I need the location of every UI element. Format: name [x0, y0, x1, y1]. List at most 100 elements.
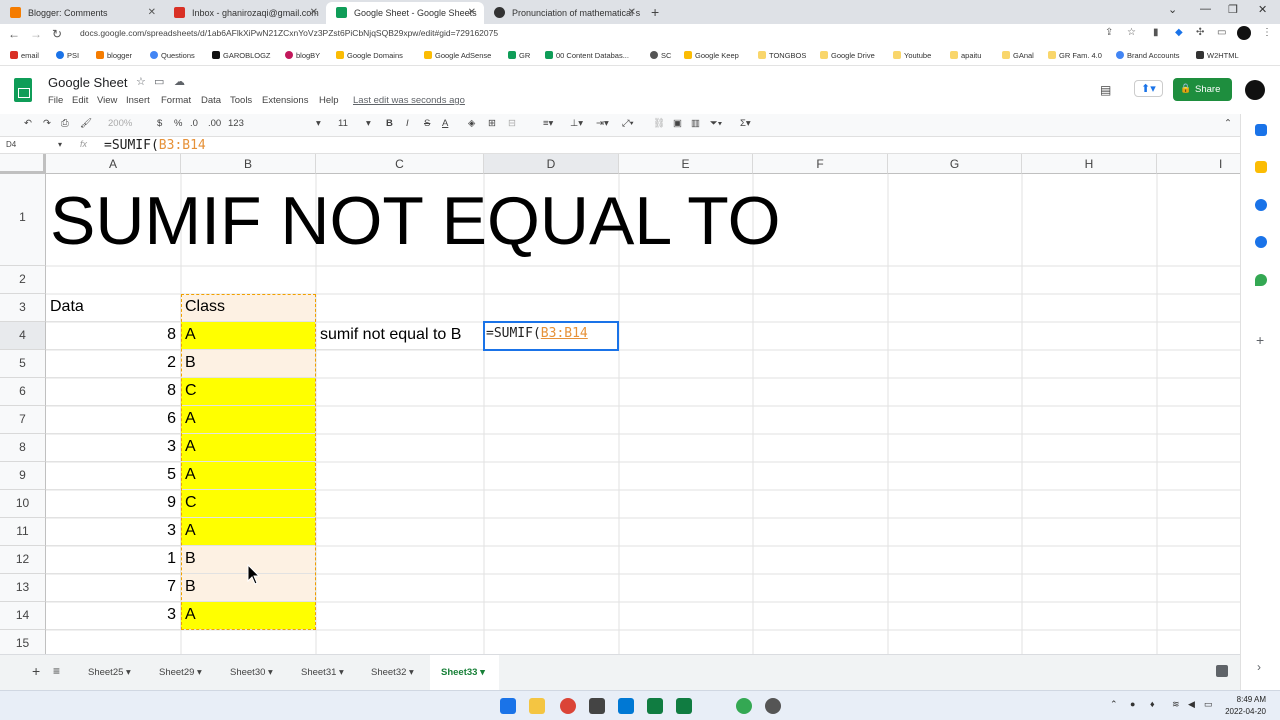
cell-a13[interactable]: 7	[46, 574, 181, 602]
cell-a1-title[interactable]: SUMIF NOT EQUAL TO	[50, 182, 781, 260]
new-tab-icon[interactable]: +	[651, 4, 659, 20]
bookmark[interactable]: GAnal	[1002, 51, 1034, 60]
fill-color-icon[interactable]: ◈	[468, 118, 475, 129]
contacts-icon[interactable]	[1255, 236, 1267, 248]
collapse-toolbar-icon[interactable]: ⌃	[1224, 118, 1232, 129]
row-header-15[interactable]: 15	[0, 630, 46, 654]
profile-avatar[interactable]	[1237, 26, 1251, 40]
row-header-10[interactable]: 10	[0, 490, 46, 518]
browser-tab[interactable]: Pronunciation of mathematical s ✕	[484, 2, 644, 24]
url-field[interactable]: docs.google.com/spreadsheets/d/1ab6AFlkX…	[80, 28, 498, 38]
cell-b8[interactable]: A	[181, 434, 316, 462]
cell-b11[interactable]: A	[181, 518, 316, 546]
row-header-5[interactable]: 5	[0, 350, 46, 378]
close-icon[interactable]: ✕	[310, 7, 318, 18]
microphone-icon[interactable]: ♦	[1150, 699, 1155, 709]
borders-icon[interactable]: ⊞	[488, 118, 496, 129]
column-header-h[interactable]: H	[1022, 154, 1157, 174]
cell-a14[interactable]: 3	[46, 602, 181, 630]
comment-icon[interactable]: ▣	[673, 118, 682, 129]
bookmark[interactable]: SC	[650, 51, 671, 60]
font-dropdown-icon[interactable]: ▾	[316, 118, 321, 129]
select-all-corner[interactable]	[0, 154, 46, 174]
cell-b3[interactable]: Class	[181, 294, 316, 322]
last-edit-link[interactable]: Last edit was seconds ago	[353, 95, 465, 106]
cell-a12[interactable]: 1	[46, 546, 181, 574]
app-icon[interactable]	[765, 698, 781, 714]
tray-chevron-icon[interactable]: ⌃	[1110, 699, 1118, 710]
cell-a6[interactable]: 8	[46, 378, 181, 406]
explore-icon[interactable]	[1216, 665, 1228, 677]
browser-tab-active[interactable]: Google Sheet - Google Sheets ✕	[326, 2, 484, 24]
row-header-12[interactable]: 12	[0, 546, 46, 574]
formula-input[interactable]: =SUMIF(B3:B14	[104, 138, 206, 153]
italic-button[interactable]: I	[406, 118, 409, 129]
zoom-select[interactable]: 200%	[108, 118, 132, 129]
menu-data[interactable]: Data	[201, 95, 221, 106]
undo-icon[interactable]: ↶	[24, 118, 32, 129]
row-header-3[interactable]: 3	[0, 294, 46, 322]
browser-tab[interactable]: Blogger: Comments ✕	[0, 2, 164, 24]
sheets-app-icon[interactable]	[676, 698, 692, 714]
strikethrough-button[interactable]: S	[424, 118, 430, 129]
column-header-g[interactable]: G	[888, 154, 1022, 174]
column-header-e[interactable]: E	[619, 154, 753, 174]
more-icon[interactable]: ⋮	[1262, 27, 1272, 38]
get-addons-icon[interactable]: +	[1256, 332, 1264, 348]
increase-decimal-button[interactable]: .00	[208, 118, 221, 129]
cell-a9[interactable]: 5	[46, 462, 181, 490]
menu-view[interactable]: View	[97, 95, 117, 106]
battery-icon[interactable]: ▭	[1204, 699, 1213, 710]
name-box[interactable]: D4	[6, 140, 16, 149]
bookmark[interactable]: GR Fam. 4.0	[1048, 51, 1102, 60]
row-header-6[interactable]: 6	[0, 378, 46, 406]
menu-format[interactable]: Format	[161, 95, 191, 106]
font-size-dropdown-icon[interactable]: ▾	[366, 118, 371, 129]
print-icon[interactable]: ⎙	[61, 118, 69, 129]
present-icon[interactable]: ⬆▾	[1134, 80, 1163, 97]
align-vertical-icon[interactable]: ⊥▾	[570, 118, 583, 129]
forward-icon[interactable]: →	[30, 27, 42, 41]
bookmark[interactable]: W2HTML	[1196, 51, 1239, 60]
text-rotation-icon[interactable]: ⤢▾	[622, 118, 634, 129]
chart-icon[interactable]: ▥	[691, 118, 700, 129]
calendar-icon[interactable]	[1255, 124, 1267, 136]
percent-button[interactable]: %	[174, 118, 182, 129]
cell-a7[interactable]: 6	[46, 406, 181, 434]
wifi-icon[interactable]: ≋	[1172, 699, 1180, 710]
window-close-icon[interactable]: ✕	[1258, 3, 1267, 16]
minimize-icon[interactable]: —	[1200, 3, 1211, 15]
font-size-select[interactable]: 11	[338, 118, 348, 129]
column-header-a[interactable]: A	[46, 154, 181, 174]
menu-extensions[interactable]: Extensions	[262, 95, 308, 106]
file-explorer-icon[interactable]	[529, 698, 545, 714]
cell-b14[interactable]: A	[181, 602, 316, 630]
bookmark[interactable]: TONGBOS	[758, 51, 806, 60]
row-header-11[interactable]: 11	[0, 518, 46, 546]
text-wrap-icon[interactable]: ⇥▾	[596, 118, 609, 129]
column-header-i[interactable]: I	[1157, 154, 1240, 174]
bookmark[interactable]: Questions	[150, 51, 195, 60]
volume-icon[interactable]: ◀	[1188, 699, 1195, 710]
menu-file[interactable]: File	[48, 95, 63, 106]
cloud-status-icon[interactable]: ☁	[174, 75, 193, 88]
row-header-7[interactable]: 7	[0, 406, 46, 434]
close-icon[interactable]: ✕	[468, 7, 476, 18]
browser-tab[interactable]: Inbox - ghanirozaqi@gmail.com ✕	[164, 2, 326, 24]
cell-a5[interactable]: 2	[46, 350, 181, 378]
keep-icon[interactable]	[1255, 161, 1267, 173]
bold-button[interactable]: B	[386, 118, 393, 129]
menu-edit[interactable]: Edit	[72, 95, 88, 106]
tab-search-icon[interactable]: ⌄	[1168, 3, 1177, 16]
back-icon[interactable]: ←	[8, 27, 20, 41]
share-page-icon[interactable]: ⇪	[1105, 27, 1113, 38]
move-icon[interactable]: ▭	[154, 75, 172, 88]
chrome-icon[interactable]	[560, 698, 576, 714]
add-sheet-icon[interactable]: +	[32, 663, 40, 679]
restore-icon[interactable]: ❐	[1228, 3, 1238, 16]
cell-a10[interactable]: 9	[46, 490, 181, 518]
text-color-button[interactable]: A	[442, 118, 448, 129]
decrease-decimal-button[interactable]: .0	[190, 118, 198, 129]
app-icon[interactable]	[589, 698, 605, 714]
sheet-tab-active[interactable]: Sheet33 ▾	[427, 654, 499, 690]
